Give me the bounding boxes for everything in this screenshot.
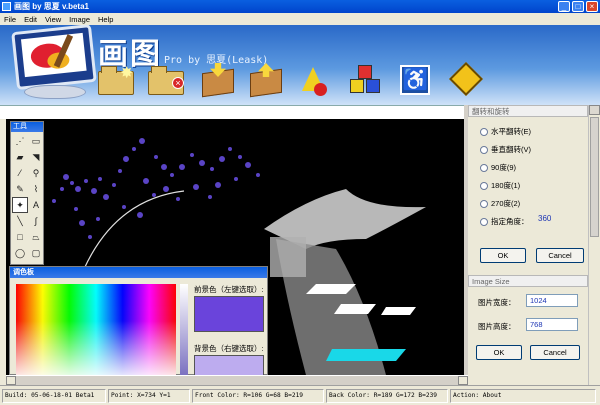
radio-custom-angle[interactable]: 指定角度： bbox=[480, 216, 529, 227]
width-label: 图片宽度： bbox=[478, 298, 516, 307]
size-cancel-button[interactable]: Cancel bbox=[530, 345, 580, 360]
warning-diamond-icon[interactable] bbox=[448, 62, 486, 97]
radio-flip-vertical[interactable]: 垂直翻转(V) bbox=[480, 144, 531, 155]
banner: 画图 Pro by 思夏(Leask) ✸ × ♿ bbox=[0, 25, 600, 105]
line-icon[interactable]: ╲ bbox=[12, 213, 28, 229]
rectangle-icon[interactable]: □ bbox=[12, 229, 28, 245]
scroll-left-button[interactable] bbox=[6, 376, 16, 385]
import-box-icon[interactable] bbox=[200, 63, 238, 98]
fill-icon[interactable]: ◥ bbox=[28, 149, 44, 165]
radio-rotate-180[interactable]: 180度(1) bbox=[480, 180, 520, 191]
close-button[interactable]: × bbox=[586, 1, 598, 12]
brush-icon[interactable]: ⌇ bbox=[28, 181, 44, 197]
logo-base bbox=[24, 85, 86, 99]
flip-ok-button[interactable]: OK bbox=[480, 248, 526, 263]
eraser-icon[interactable]: ▰ bbox=[12, 149, 28, 165]
maximize-button[interactable]: □ bbox=[572, 1, 584, 12]
text-icon[interactable]: A bbox=[28, 197, 44, 213]
status-build: Build: 05-06-18-01 Beta1 bbox=[2, 388, 106, 403]
luminance-slider[interactable] bbox=[180, 284, 188, 376]
menu-image[interactable]: Image bbox=[69, 15, 90, 24]
menu-edit[interactable]: Edit bbox=[24, 15, 37, 24]
color-spectrum[interactable] bbox=[16, 284, 176, 376]
status-bar: Build: 05-06-18-01 Beta1 Point: X=734 Y=… bbox=[0, 385, 600, 405]
height-label: 图片高度： bbox=[478, 322, 516, 331]
scroll-up-button[interactable] bbox=[589, 105, 600, 115]
radio-rotate-270[interactable]: 270度(2) bbox=[480, 198, 520, 209]
flip-panel-title: 翻转和旋转 bbox=[468, 105, 588, 117]
airbrush-icon[interactable]: ✦ bbox=[12, 197, 28, 213]
background-swatch[interactable] bbox=[194, 355, 264, 376]
curve-icon[interactable]: ∫ bbox=[28, 213, 44, 229]
pencil-icon[interactable]: ✎ bbox=[12, 181, 28, 197]
foreground-label: 前景色（左键选取）: bbox=[194, 285, 264, 294]
polygon-icon[interactable]: ⏢ bbox=[28, 229, 44, 245]
flip-cancel-button[interactable]: Cancel bbox=[536, 248, 584, 263]
color-palette-panel: 调色板 前景色（左键选取）: 背景色（右键选取）: bbox=[9, 266, 268, 376]
scroll-right-button[interactable] bbox=[458, 376, 468, 385]
minimize-button[interactable]: _ bbox=[558, 1, 570, 12]
size-ok-button[interactable]: OK bbox=[476, 345, 522, 360]
accessibility-icon[interactable]: ♿ bbox=[398, 63, 436, 97]
cubes-icon[interactable] bbox=[348, 63, 386, 97]
select-rect-icon[interactable]: ▭ bbox=[28, 133, 44, 149]
right-scrollbar[interactable] bbox=[588, 105, 600, 385]
background-label: 背景色（右键选取）: bbox=[194, 344, 264, 353]
status-front-color: Front Color: R=106 G=68 B=219 bbox=[192, 388, 324, 403]
toolbox: 工具 ⋰ ▭ ▰ ◥ ⁄ ⚲ ✎ ⌇ ✦ A ╲ ∫ □ ⏢ ◯ ▢ bbox=[10, 121, 44, 265]
size-panel-title: Image Size bbox=[468, 275, 588, 287]
palette-title: 调色板 bbox=[10, 267, 267, 278]
width-input[interactable]: 1024 bbox=[526, 294, 578, 307]
select-free-icon[interactable]: ⋰ bbox=[12, 133, 28, 149]
new-file-icon[interactable]: ✸ bbox=[98, 63, 136, 97]
title-bar: 画图 by 思夏 v.beta1 _ □ × bbox=[0, 0, 600, 13]
shapes-icon[interactable] bbox=[298, 63, 336, 97]
radio-flip-horizontal[interactable]: 水平翻转(E) bbox=[480, 126, 531, 137]
status-point: Point: X=734 Y=1 bbox=[108, 388, 190, 403]
ellipse-icon[interactable]: ◯ bbox=[12, 245, 28, 261]
magnifier-icon[interactable]: ⚲ bbox=[28, 165, 44, 181]
foreground-swatch[interactable] bbox=[194, 296, 264, 332]
status-action: Action: About bbox=[450, 388, 596, 403]
menu-file[interactable]: File bbox=[4, 15, 16, 24]
menu-bar: File Edit View Image Help bbox=[0, 13, 600, 25]
flip-rotate-panel: 翻转和旋转 水平翻转(E) 垂直翻转(V) 90度(9) 180度(1) 270… bbox=[468, 105, 588, 268]
export-box-icon[interactable] bbox=[248, 63, 286, 98]
menu-help[interactable]: Help bbox=[98, 15, 113, 24]
angle-value[interactable]: 360 bbox=[538, 214, 551, 223]
scroll-thumb[interactable] bbox=[590, 117, 599, 237]
rounded-rect-icon[interactable]: ▢ bbox=[28, 245, 44, 261]
color-picker-icon[interactable]: ⁄ bbox=[12, 165, 28, 181]
height-input[interactable]: 768 bbox=[526, 318, 578, 331]
close-file-icon[interactable]: × bbox=[148, 63, 186, 97]
status-back-color: Back Color: R=189 G=172 B=239 bbox=[326, 388, 448, 403]
menu-view[interactable]: View bbox=[45, 15, 61, 24]
app-icon bbox=[2, 2, 11, 11]
image-size-panel: Image Size 图片宽度： 1024 图片高度： 768 OK Cance… bbox=[468, 275, 588, 375]
canvas-horizontal-scrollbar[interactable] bbox=[6, 375, 468, 385]
radio-rotate-90[interactable]: 90度(9) bbox=[480, 162, 516, 173]
toolbox-title: 工具 bbox=[11, 122, 43, 132]
paint-logo-icon bbox=[11, 25, 97, 91]
window-title: 画图 by 思夏 v.beta1 bbox=[14, 2, 89, 11]
